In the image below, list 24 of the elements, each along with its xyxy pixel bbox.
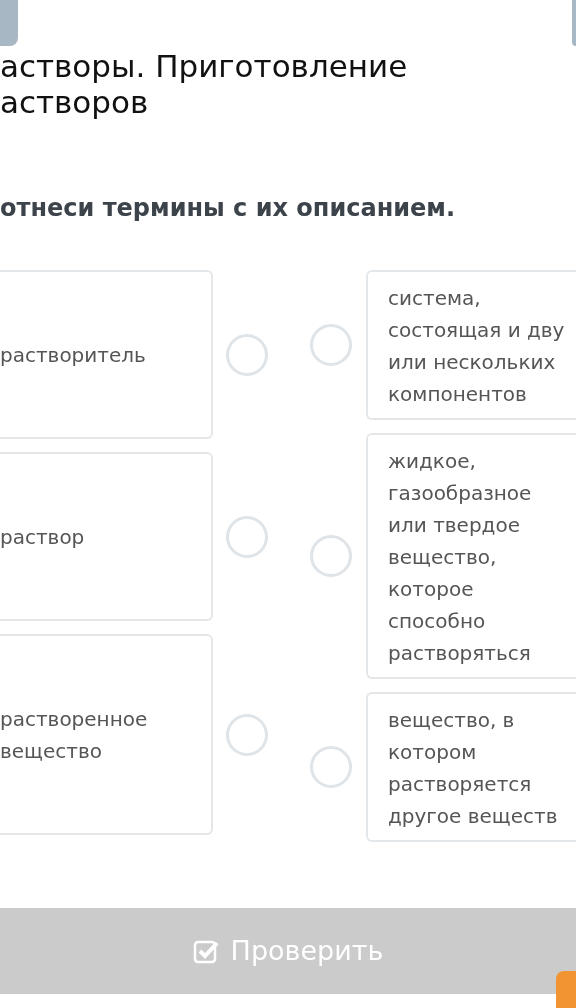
connector-circle[interactable] bbox=[310, 746, 352, 788]
term-text: растворенное вещество bbox=[0, 705, 148, 765]
term-text: раствор bbox=[0, 523, 85, 551]
connector-circle[interactable] bbox=[226, 713, 268, 756]
nav-button[interactable] bbox=[0, 0, 18, 46]
instruction-text: отнеси термины с их описанием. bbox=[0, 193, 457, 224]
checkbox-icon bbox=[192, 938, 221, 964]
description-card[interactable]: жидкое, газообразное или твердое вещество, которое способно растворяться bbox=[366, 433, 576, 679]
term-card[interactable]: раствор bbox=[0, 452, 213, 621]
nav-button[interactable] bbox=[572, 0, 576, 46]
connector-circle[interactable] bbox=[310, 535, 352, 577]
connector-circle[interactable] bbox=[226, 333, 268, 376]
description-text: вещество, в котором растворяется другое веществ bbox=[388, 708, 558, 828]
description-text: жидкое, газообразное или твердое вещество, которое способно растворяться bbox=[388, 449, 532, 665]
description-text: система, состоящая и дву или нескольких компонентов bbox=[388, 286, 565, 406]
quiz-title: астворы. Приготовление астворов bbox=[0, 48, 409, 120]
description-card[interactable]: вещество, в котором растворяется другое веществ bbox=[366, 692, 576, 842]
connector-circle[interactable] bbox=[226, 515, 268, 558]
term-text: растворитель bbox=[0, 341, 146, 369]
connector-circle[interactable] bbox=[310, 324, 352, 366]
description-card[interactable]: система, состоящая и дву или нескольких компонентов bbox=[366, 270, 576, 420]
floating-button[interactable] bbox=[556, 971, 576, 1008]
term-card[interactable]: растворенное вещество bbox=[0, 634, 213, 835]
term-card[interactable]: растворитель bbox=[0, 270, 213, 439]
